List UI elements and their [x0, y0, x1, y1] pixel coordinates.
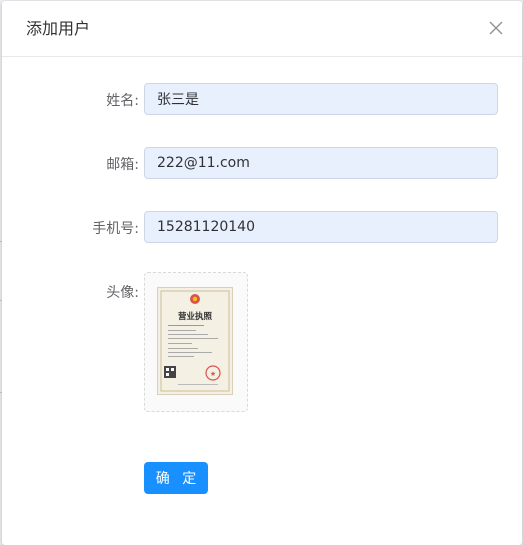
email-input[interactable]	[144, 147, 498, 179]
phone-label: 手机号:	[92, 221, 139, 237]
email-label: 邮箱:	[106, 157, 139, 173]
avatar-uploader[interactable]: 营业执照 ★	[144, 272, 248, 412]
svg-text:★: ★	[210, 370, 216, 378]
phone-input[interactable]	[144, 211, 498, 243]
dialog-header: 添加用户	[2, 1, 522, 57]
add-user-dialog: 添加用户 姓名: 邮箱: 手机号: 头像: 营业执照	[2, 1, 522, 545]
avatar-image: 营业执照 ★	[157, 287, 233, 395]
name-label: 姓名:	[106, 93, 139, 109]
business-license-image: 营业执照 ★	[158, 288, 232, 394]
avatar-label: 头像:	[106, 285, 139, 301]
dialog-title: 添加用户	[26, 19, 91, 38]
name-input[interactable]	[144, 83, 498, 115]
confirm-button[interactable]: 确 定	[144, 462, 208, 494]
license-title: 营业执照	[178, 311, 213, 322]
close-icon[interactable]	[488, 20, 504, 36]
